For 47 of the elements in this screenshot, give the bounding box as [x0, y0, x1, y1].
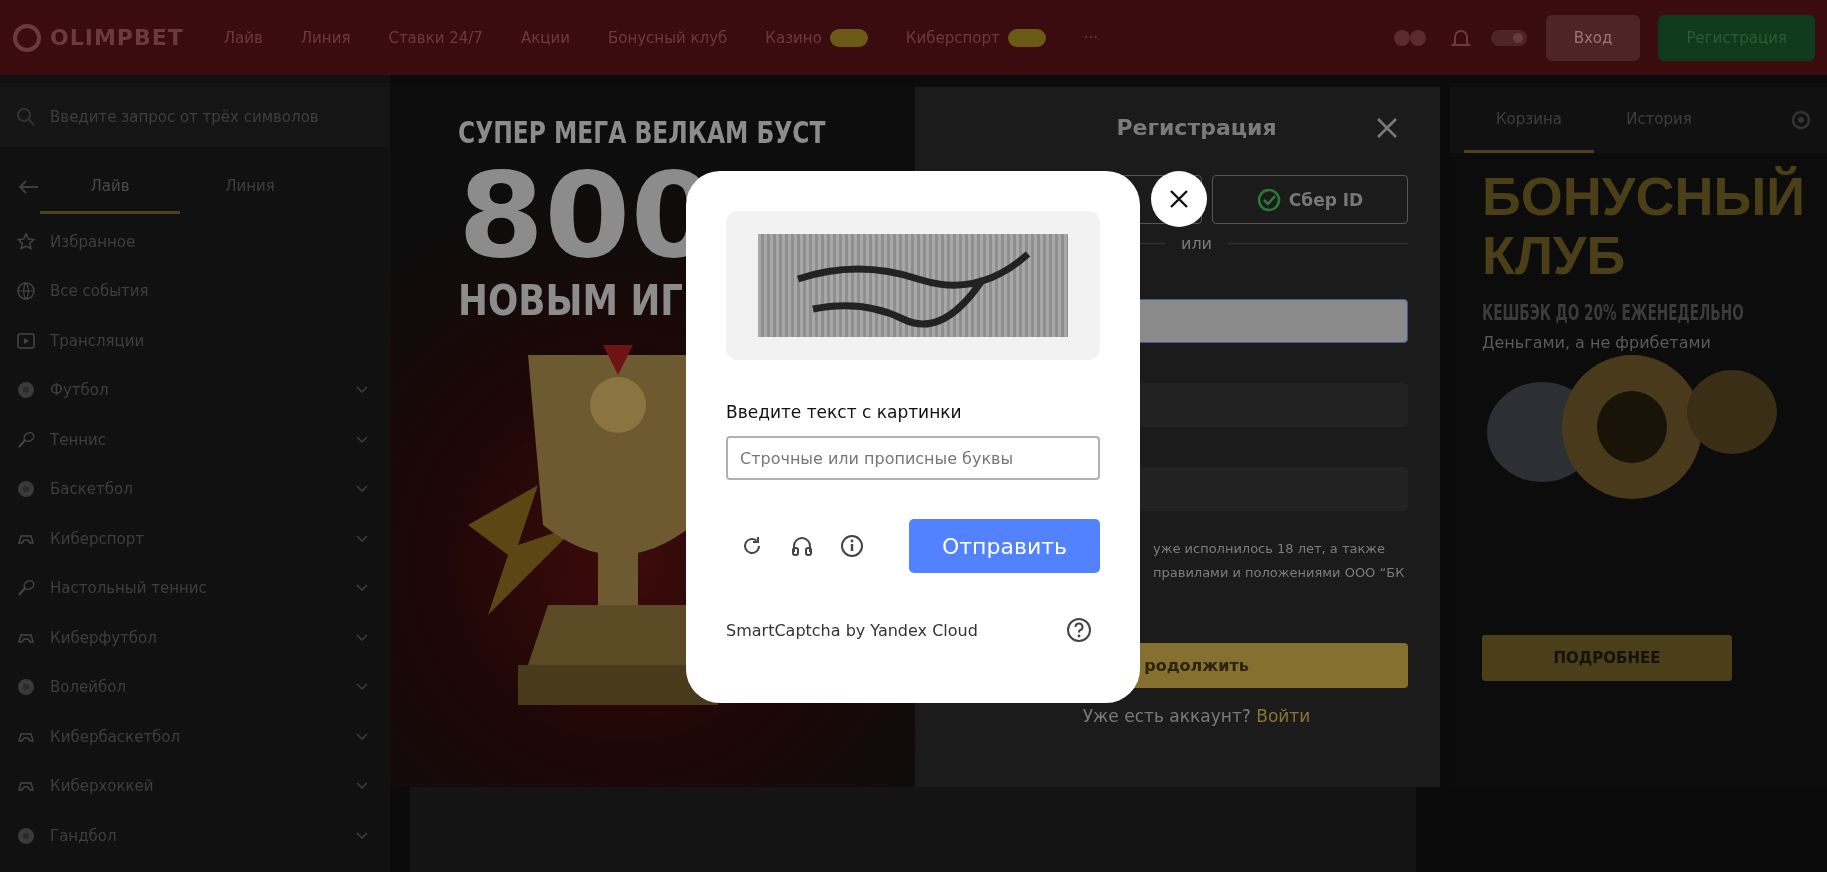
divider-label: или	[1181, 234, 1212, 253]
ball-icon	[16, 825, 36, 846]
check-circle-icon	[1256, 187, 1281, 212]
help-icon[interactable]	[1066, 617, 1092, 643]
ball-icon	[16, 380, 36, 401]
chevron-icon[interactable]	[356, 584, 368, 593]
chevron-icon[interactable]	[356, 732, 368, 741]
sber-id-button[interactable]: Сбер ID	[1212, 175, 1408, 224]
captcha-input[interactable]: Строчные или прописные буквы	[726, 436, 1100, 480]
captcha-footer: SmartCaptcha by Yandex Cloud	[726, 620, 1066, 640]
chevron-icon[interactable]	[356, 386, 368, 395]
captcha-prompt: Введите текст с картинки	[726, 402, 963, 422]
racket-icon	[16, 429, 36, 450]
chevron-icon[interactable]	[356, 633, 368, 642]
chevron-icon[interactable]	[356, 683, 368, 692]
consent-text: уже исполнилось 18 лет, а также	[1153, 540, 1386, 558]
sidebar-tab[interactable]: Лайв	[40, 160, 180, 214]
nav-link[interactable]: ···	[1083, 28, 1099, 47]
banner-title: БОНУСНЫЙ КЛУБ	[1482, 167, 1806, 286]
chevron-icon[interactable]	[356, 782, 368, 791]
login-link[interactable]: Войти	[1256, 706, 1311, 726]
chevron-icon[interactable]	[356, 831, 368, 840]
login-button[interactable]: Вход	[1545, 14, 1641, 61]
login-prompt: Уже есть аккаунт?	[1082, 706, 1252, 726]
chevron-icon[interactable]	[356, 485, 368, 494]
collapse-icon[interactable]	[16, 179, 40, 195]
banner-note: Деньгами, а не фрибетами	[1482, 332, 1711, 352]
star-icon	[16, 231, 36, 252]
ball-icon	[16, 479, 36, 500]
ball-icon	[16, 677, 36, 698]
settings-icon[interactable]	[1789, 108, 1813, 132]
logo-icon[interactable]	[12, 22, 42, 53]
promo-subline: НОВЫМ ИГ	[458, 276, 683, 325]
headphones-icon[interactable]	[790, 534, 814, 558]
globe-icon	[16, 281, 36, 302]
consent-text: правилами и положениями ООО “БК	[1153, 564, 1405, 582]
chevron-icon[interactable]	[356, 435, 368, 444]
panel-title: Регистрация	[1116, 114, 1277, 140]
promo-headline: СУПЕР МЕГА ВЕЛКАМ БУСТ	[458, 115, 826, 150]
screen-icon	[16, 330, 36, 351]
chevron-icon[interactable]	[356, 534, 368, 543]
close-icon[interactable]	[1376, 117, 1398, 139]
info-icon[interactable]	[840, 534, 864, 558]
submit-button[interactable]: Отправить	[909, 519, 1100, 573]
close-icon	[1168, 188, 1190, 210]
search-icon	[16, 107, 36, 127]
toggle-icon[interactable]	[1489, 27, 1528, 48]
